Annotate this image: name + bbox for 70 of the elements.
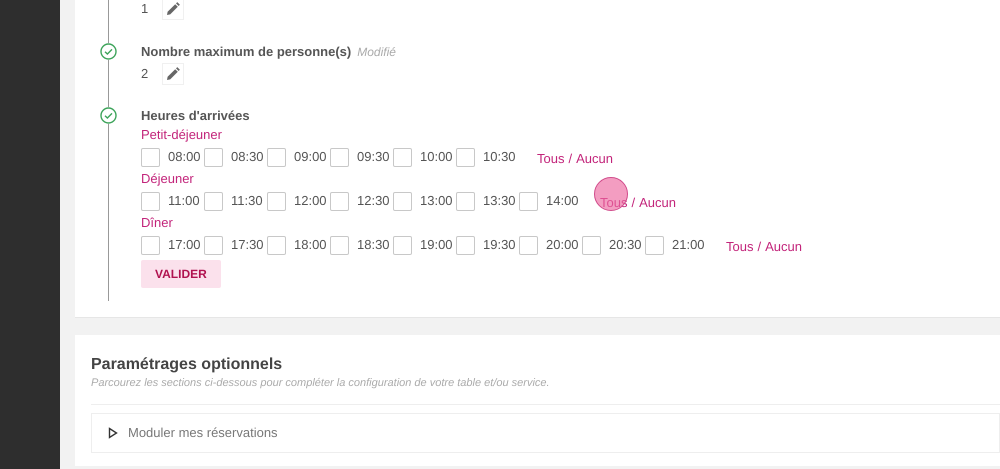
separator-text: /: [631, 194, 636, 212]
select-all-link[interactable]: Tous: [726, 237, 754, 257]
separator-text: /: [757, 238, 762, 256]
time-label: 09:00: [294, 148, 327, 166]
step-title: Nombre maximum de personne(s): [141, 43, 352, 61]
pencil-icon: [166, 2, 180, 16]
checkbox[interactable]: [519, 236, 538, 254]
meal-label: Déjeuner: [141, 170, 195, 188]
checkbox[interactable]: [267, 148, 286, 166]
accordion-label: Moduler mes réservations: [128, 424, 278, 442]
select-all-link[interactable]: Tous: [537, 149, 564, 169]
time-label: 10:30: [483, 148, 516, 166]
checkbox[interactable]: [267, 236, 286, 254]
checkbox[interactable]: [330, 148, 349, 166]
checkbox[interactable]: [519, 192, 538, 210]
checkbox[interactable]: [141, 192, 160, 210]
checkbox[interactable]: [141, 236, 160, 254]
value-text: 1: [141, 0, 148, 18]
checkbox[interactable]: [456, 192, 475, 210]
time-label: 17:00: [168, 236, 201, 254]
time-label: 11:30: [231, 192, 263, 210]
checkbox[interactable]: [204, 192, 223, 210]
time-label: 14:00: [546, 192, 579, 210]
time-label: 19:30: [483, 236, 516, 254]
edit-button[interactable]: [162, 63, 184, 85]
time-label: 19:00: [420, 236, 453, 254]
pencil-icon: [166, 67, 180, 81]
meal-label: Petit-déjeuner: [141, 126, 223, 144]
edit-button[interactable]: [162, 0, 184, 20]
checkbox[interactable]: [204, 236, 223, 254]
select-none-link[interactable]: Aucun: [639, 193, 676, 213]
triangle-icon: [108, 426, 118, 438]
checkbox[interactable]: [456, 236, 475, 254]
meal-label: Dîner: [141, 214, 174, 232]
time-label: 18:00: [294, 236, 327, 254]
time-label: 20:00: [546, 236, 579, 254]
time-label: 13:30: [483, 192, 516, 210]
checkbox[interactable]: [393, 192, 412, 210]
checkbox[interactable]: [330, 192, 349, 210]
time-label: 10:00: [420, 148, 453, 166]
time-label: 12:00: [294, 192, 327, 210]
section-title: Paramétrages optionnels: [91, 355, 284, 375]
checkbox[interactable]: [330, 236, 349, 254]
time-label: 21:00: [672, 236, 705, 254]
separator-text: /: [568, 150, 572, 168]
time-label: 13:00: [420, 192, 453, 210]
checkbox[interactable]: [456, 148, 475, 166]
time-label: 18:30: [357, 236, 390, 254]
checkbox[interactable]: [267, 192, 286, 210]
checkbox[interactable]: [645, 236, 664, 254]
select-none-link[interactable]: Aucun: [576, 149, 613, 169]
section-subtitle: Parcourez les sections ci-dessous pour compléter la configuration de votre table et/ou service.: [91, 376, 551, 391]
checkbox[interactable]: [141, 148, 160, 166]
submit-button[interactable]: VALIDER: [141, 260, 221, 288]
select-none-link[interactable]: Aucun: [765, 237, 802, 257]
time-label: 17:30: [231, 236, 264, 254]
time-label: 08:30: [231, 148, 264, 166]
status-label: Modifié: [357, 44, 396, 61]
checkbox[interactable]: [204, 148, 223, 166]
value-text: 2: [141, 65, 148, 84]
checkbox[interactable]: [393, 148, 412, 166]
time-label: 12:30: [357, 192, 390, 210]
time-label: 20:30: [609, 236, 642, 254]
time-label: 11:00: [168, 192, 200, 210]
step-title: Heures d'arrivées: [141, 107, 250, 125]
accordion-item[interactable]: Moduler mes réservations: [91, 412, 1000, 452]
time-label: 09:30: [357, 148, 390, 166]
checkbox[interactable]: [582, 236, 601, 254]
time-label: 08:00: [168, 148, 201, 166]
checkbox[interactable]: [393, 236, 412, 254]
